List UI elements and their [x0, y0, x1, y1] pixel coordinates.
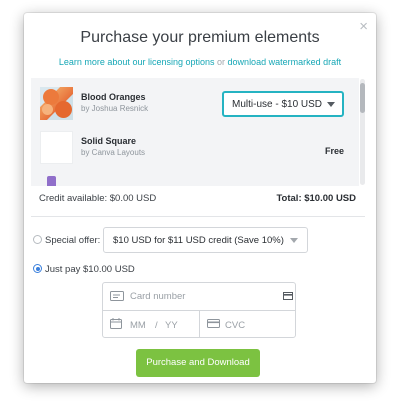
links-separator: or [217, 57, 226, 67]
next-item-thumbnail [47, 176, 56, 186]
credit-card-icon [110, 291, 124, 301]
special-offer-select[interactable]: $10 USD for $11 USD credit (Save 10%) [103, 227, 308, 253]
divider [31, 216, 365, 217]
item-price-free: Free [324, 146, 344, 156]
item-name: Blood Oranges [81, 92, 146, 102]
cvc-card-icon [207, 319, 220, 328]
just-pay-radio[interactable] [33, 264, 42, 273]
purchase-modal: × Purchase your premium elements Learn m… [24, 13, 376, 383]
item-name: Solid Square [81, 136, 137, 146]
modal-title: Purchase your premium elements [80, 29, 320, 46]
item-author: by Canva Layouts [81, 148, 146, 157]
chevron-down-icon [290, 238, 298, 243]
chevron-down-icon [327, 102, 335, 107]
solid-square-thumbnail [40, 131, 73, 164]
purchase-and-download-button[interactable]: Purchase and Download [136, 349, 260, 377]
special-offer-label: Special offer: [45, 235, 101, 246]
scrollbar-thumb[interactable] [360, 83, 365, 113]
license-select[interactable]: Multi-use - $10 USD [222, 91, 344, 117]
list-item: Solid Square by Canva Layouts [31, 122, 359, 166]
items-list: Blood Oranges by Joshua Resnick Multi-us… [31, 78, 359, 186]
items-scrollbar[interactable] [360, 79, 365, 185]
special-offer-value: $10 USD for $11 USD credit (Save 10%) [113, 235, 284, 246]
expiry-year-input[interactable]: YY [165, 320, 178, 331]
expiry-separator: / [155, 320, 158, 331]
special-offer-radio[interactable] [33, 235, 42, 244]
cvc-input[interactable]: CVC [225, 320, 245, 331]
card-brand-icon [283, 292, 293, 300]
list-item: Blood Oranges by Joshua Resnick Multi-us… [31, 78, 359, 122]
just-pay-label: Just pay $10.00 USD [45, 264, 135, 275]
licensing-options-link[interactable]: Learn more about our licensing options [59, 57, 215, 67]
item-author: by Joshua Resnick [81, 104, 149, 113]
card-number-input[interactable]: Card number [130, 291, 185, 302]
license-select-value: Multi-use - $10 USD [232, 99, 323, 110]
calendar-icon [110, 318, 122, 329]
order-total: Total: $10.00 USD [276, 193, 356, 204]
card-details-form: Card number MM / YY CVC [102, 282, 296, 338]
credit-available: Credit available: $0.00 USD [39, 193, 157, 204]
card-col-divider [199, 310, 200, 338]
expiry-month-input[interactable]: MM [130, 320, 146, 331]
info-links: Learn more about our licensing options o… [24, 57, 376, 67]
watermarked-draft-link[interactable]: download watermarked draft [228, 57, 342, 67]
blood-oranges-thumbnail [40, 87, 73, 120]
